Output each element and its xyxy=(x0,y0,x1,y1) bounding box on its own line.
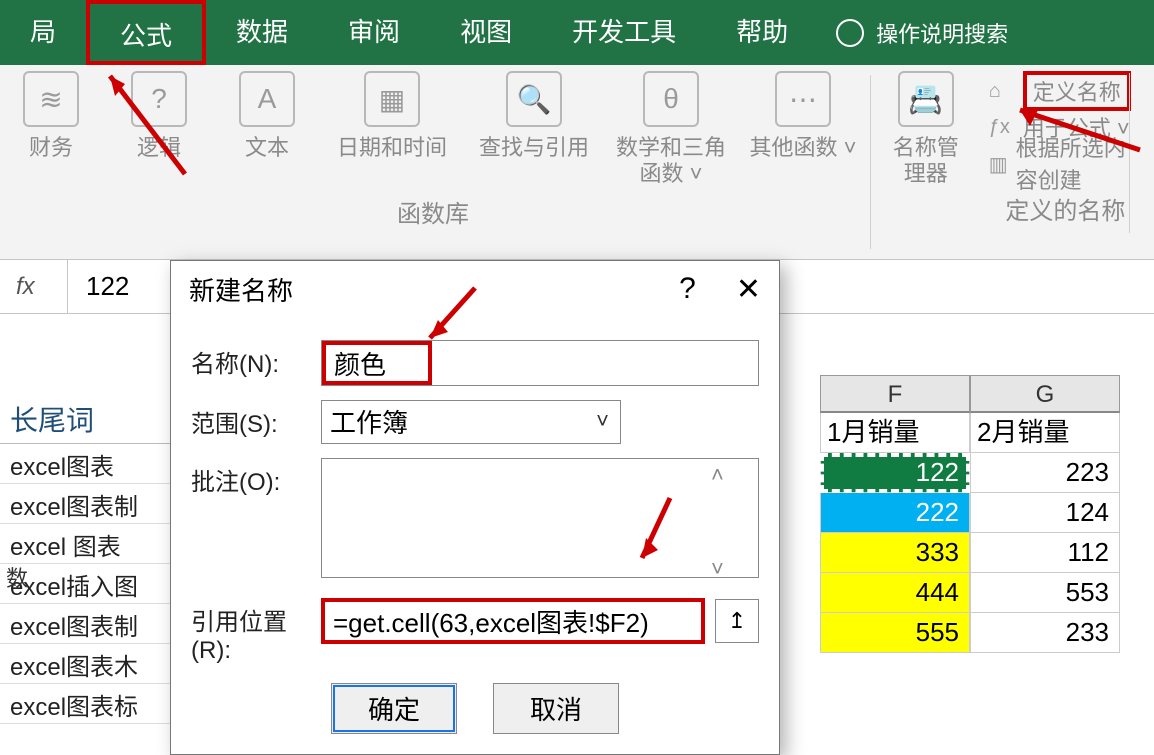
scroll-up-icon[interactable]: ˄ xyxy=(711,462,737,488)
cell[interactable]: 112 xyxy=(970,533,1120,573)
list-item[interactable]: excel图表 xyxy=(0,444,170,484)
label-refersto: 引用位置(R): xyxy=(191,598,321,665)
cell[interactable]: 124 xyxy=(970,493,1120,533)
col-header-G[interactable]: G xyxy=(970,375,1120,413)
cell[interactable]: 553 xyxy=(970,573,1120,613)
btn-logical[interactable]: ?逻辑 xyxy=(116,71,202,188)
ribbon-tabs: 局 公式 数据 审阅 视图 开发工具 帮助 操作说明搜索 xyxy=(0,0,1154,65)
tab-layout[interactable]: 局 xyxy=(0,0,86,65)
btn-create-from-sel[interactable]: 根据所选内容创建 xyxy=(1016,131,1142,195)
list-item[interactable]: excel 图表 xyxy=(0,524,170,564)
tag-icon: ⌂ xyxy=(989,80,1015,102)
tab-data[interactable]: 数据 xyxy=(206,0,318,65)
header-cell[interactable]: 2月销量 xyxy=(970,413,1120,453)
btn-financial[interactable]: ≋财务 xyxy=(8,71,94,188)
btn-math[interactable]: θ数学和三角函数 ˅ xyxy=(616,71,726,188)
btn-datetime[interactable]: ▦日期和时间 xyxy=(332,71,452,188)
tab-dev[interactable]: 开发工具 xyxy=(542,0,706,65)
question-icon: ? xyxy=(131,71,187,127)
create-icon: ▥ xyxy=(989,152,1008,174)
btn-text[interactable]: A文本 xyxy=(224,71,310,188)
group-funclib: 函数库 xyxy=(397,194,469,229)
list-item[interactable]: excel图表制 xyxy=(0,604,170,644)
cell[interactable]: 444 xyxy=(820,573,970,613)
group-defnames: 定义的名称 xyxy=(989,191,1142,226)
cell[interactable]: 223 xyxy=(970,453,1120,493)
lightbulb-icon xyxy=(836,19,864,47)
theta-icon: θ xyxy=(643,71,699,127)
namemgr-icon: 📇 xyxy=(898,71,954,127)
coins-icon: ≋ xyxy=(23,71,79,127)
new-name-dialog: 新建名称 ? ✕ 名称(N): 范围(S): 工作簿 批注(O): ˄ ˅ xyxy=(170,260,780,755)
ok-button[interactable]: 确定 xyxy=(331,683,457,734)
help-icon[interactable]: ? xyxy=(679,272,696,307)
list-item[interactable]: excel图表制 xyxy=(0,484,170,524)
tab-formula[interactable]: 公式 xyxy=(86,0,206,65)
left-col-header: 长尾词 xyxy=(0,395,170,444)
ribbon-body: ≋财务 ?逻辑 A文本 ▦日期和时间 🔍查找与引用 θ数学和三角函数 ˅ ⋯其他… xyxy=(0,65,1154,260)
fx-icon: ƒx xyxy=(989,116,1015,138)
close-icon[interactable]: ✕ xyxy=(736,272,761,307)
scroll-down-icon[interactable]: ˅ xyxy=(711,556,737,582)
col-header-F[interactable]: F xyxy=(820,375,970,413)
tab-view[interactable]: 视图 xyxy=(430,0,542,65)
label-name: 名称(N): xyxy=(191,340,321,379)
label-comment: 批注(O): xyxy=(191,458,321,497)
list-item[interactable]: excel图表木 xyxy=(0,644,170,684)
tell-me-search[interactable]: 操作说明搜索 xyxy=(876,17,1008,49)
tab-help[interactable]: 帮助 xyxy=(706,0,818,65)
cell[interactable]: 222 xyxy=(820,493,970,533)
comment-textarea[interactable] xyxy=(321,458,759,578)
refersto-input[interactable] xyxy=(325,602,701,640)
more-icon: ⋯ xyxy=(775,71,831,127)
cell[interactable]: 555 xyxy=(820,613,970,653)
btn-namemgr[interactable]: 📇名称管理器 xyxy=(883,71,969,188)
dialog-title: 新建名称 xyxy=(189,271,293,308)
name-input[interactable] xyxy=(326,345,428,381)
cell[interactable]: 122 xyxy=(820,453,970,493)
collapse-dialog-button[interactable]: ↥ xyxy=(715,599,759,643)
btn-lookup[interactable]: 🔍查找与引用 xyxy=(474,71,594,188)
cell[interactable]: 333 xyxy=(820,533,970,573)
formula-bar-value[interactable]: 122 xyxy=(68,271,129,302)
lookup-icon: 🔍 xyxy=(506,71,562,127)
label-scope: 范围(S): xyxy=(191,400,321,439)
right-grid: F G 1月销量 2月销量 122223 222124 333112 44455… xyxy=(820,375,1120,653)
left-column: 长尾词 excel图表 excel图表制 excel 图表 excel插入图 e… xyxy=(0,395,170,724)
list-item[interactable]: excel图表标 xyxy=(0,684,170,724)
tab-review[interactable]: 审阅 xyxy=(318,0,430,65)
btn-more[interactable]: ⋯其他函数 ˅ xyxy=(748,71,858,188)
header-cell[interactable]: 1月销量 xyxy=(820,413,970,453)
text-icon: A xyxy=(239,71,295,127)
btn-define-name[interactable]: 定义名称 xyxy=(1023,71,1131,111)
row-label: 数 xyxy=(0,561,34,593)
scope-select[interactable]: 工作簿 xyxy=(321,400,621,444)
cell[interactable]: 233 xyxy=(970,613,1120,653)
cancel-button[interactable]: 取消 xyxy=(493,683,619,734)
fx-label[interactable]: fx xyxy=(8,260,68,313)
calendar-icon: ▦ xyxy=(364,71,420,127)
